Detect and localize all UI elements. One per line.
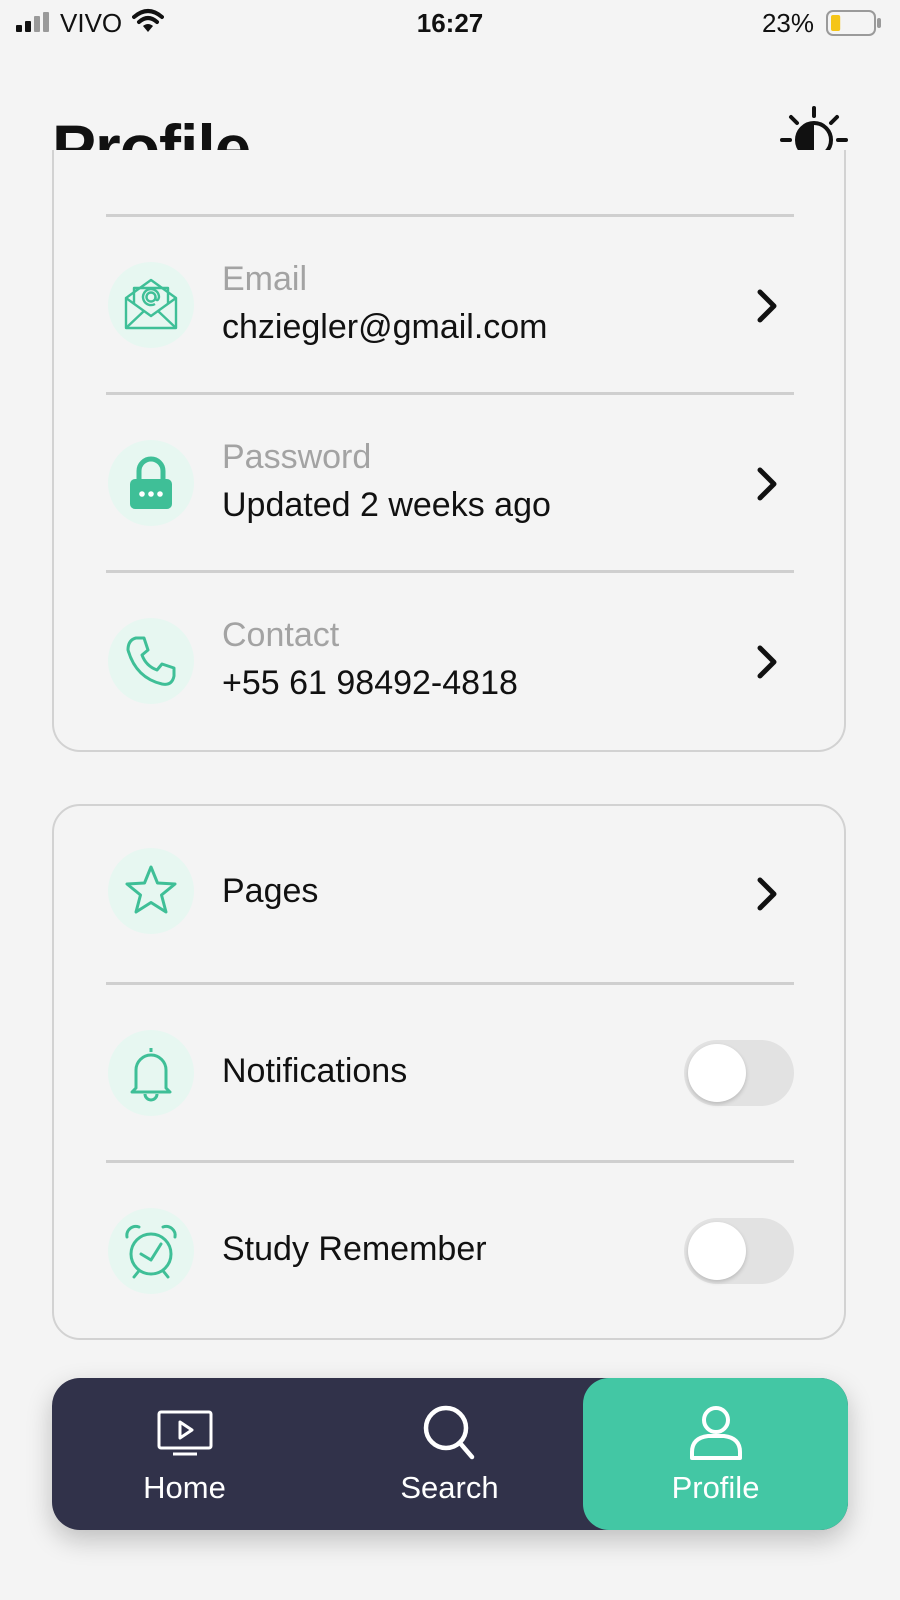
tab-home-label: Home: [143, 1470, 226, 1505]
contact-row[interactable]: Contact +55 61 98492-4818: [54, 572, 844, 748]
tab-profile[interactable]: Profile: [583, 1378, 848, 1530]
lock-icon: [130, 456, 172, 509]
pages-row[interactable]: Pages: [54, 806, 844, 982]
password-value: Updated 2 weeks ago: [222, 486, 551, 524]
tab-home[interactable]: Home: [52, 1378, 317, 1530]
toggle-knob: [688, 1222, 746, 1280]
chevron-right-icon: [757, 645, 777, 679]
settings-card: Pages Notifications Study Remember: [52, 804, 846, 1340]
notifications-row: Notifications: [54, 984, 844, 1160]
status-bar: VIVO 16:27 23%: [0, 0, 900, 46]
contact-label: Contact: [222, 616, 340, 654]
email-value: chziegler@gmail.com: [222, 308, 548, 346]
study-remember-row: Study Remember: [54, 1162, 844, 1338]
search-icon: [423, 1405, 474, 1460]
toggle-knob: [688, 1044, 746, 1102]
notifications-toggle[interactable]: [684, 1040, 794, 1106]
chevron-right-icon: [757, 877, 777, 911]
study-remember-icon-circle: [108, 1208, 194, 1294]
envelope-at-icon: [124, 278, 178, 330]
battery-icon: [826, 10, 881, 36]
user-icon: [689, 1406, 742, 1460]
tab-bar: Home Search Profile: [52, 1378, 848, 1530]
study-remember-toggle[interactable]: [684, 1218, 794, 1284]
star-icon: [125, 865, 177, 914]
password-label: Password: [222, 438, 372, 476]
email-icon-circle: [108, 262, 194, 348]
tab-search[interactable]: Search: [317, 1378, 582, 1530]
email-label: Email: [222, 260, 308, 298]
notifications-label: Notifications: [222, 1052, 408, 1090]
battery-percent: 23%: [761, 8, 814, 38]
pages-label: Pages: [222, 872, 319, 910]
email-row[interactable]: Email chziegler@gmail.com: [54, 216, 844, 392]
chevron-right-icon: [757, 467, 777, 501]
chevron-right-icon: [757, 289, 777, 323]
phone-icon: [126, 636, 176, 686]
tab-profile-label: Profile: [671, 1470, 760, 1505]
account-card: Email chziegler@gmail.com Password Updat…: [52, 150, 846, 752]
bell-icon: [130, 1048, 172, 1102]
contact-value: +55 61 98492-4818: [222, 664, 518, 702]
pages-icon-circle: [108, 848, 194, 934]
tab-search-label: Search: [400, 1470, 499, 1505]
contact-icon-circle: [108, 618, 194, 704]
alarm-clock-icon: [125, 1224, 177, 1279]
study-remember-label: Study Remember: [222, 1230, 487, 1268]
notifications-icon-circle: [108, 1030, 194, 1116]
password-row[interactable]: Password Updated 2 weeks ago: [54, 394, 844, 570]
tv-play-icon: [157, 1410, 212, 1456]
password-icon-circle: [108, 440, 194, 526]
